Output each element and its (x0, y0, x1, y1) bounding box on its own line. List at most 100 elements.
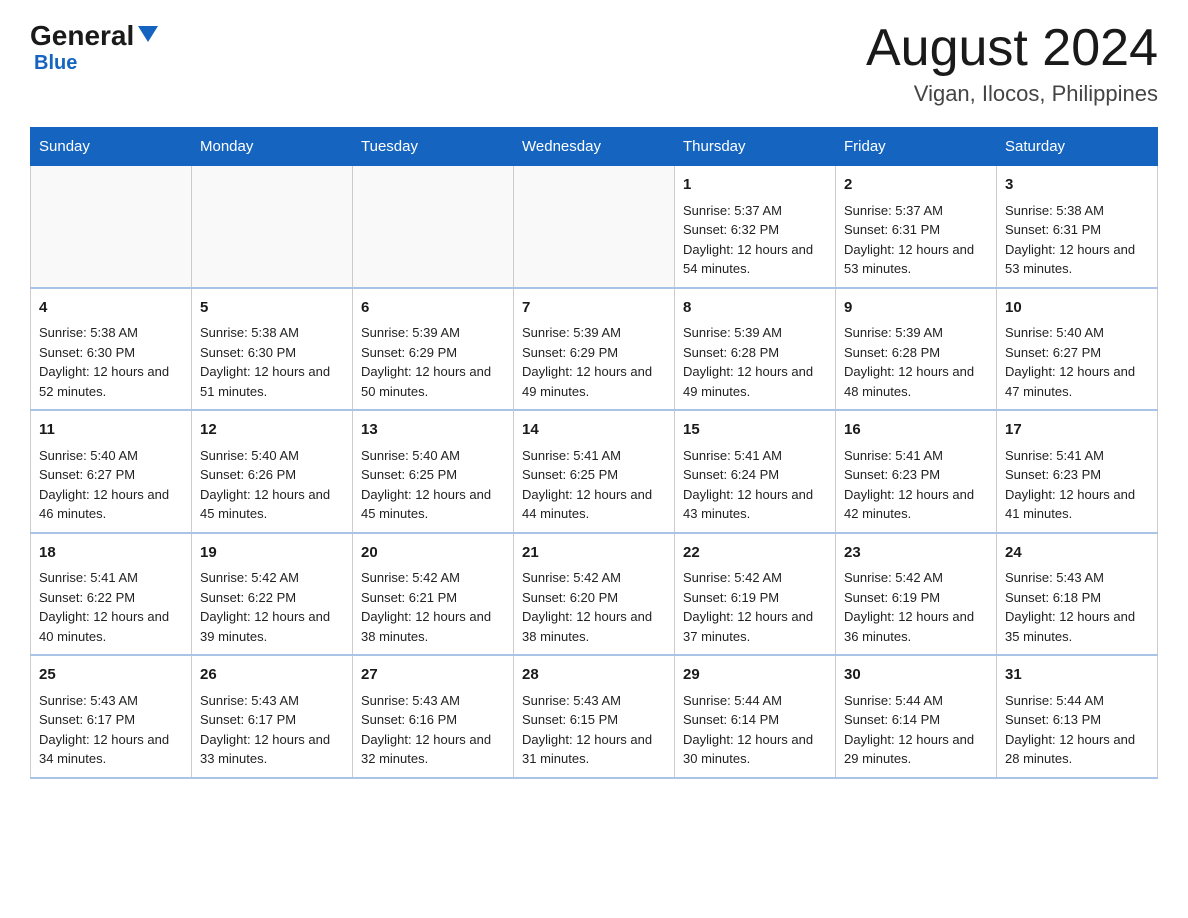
column-header-friday: Friday (836, 128, 997, 166)
day-number: 19 (200, 542, 344, 565)
calendar-cell (353, 166, 514, 288)
day-info: Sunrise: 5:41 AM Sunset: 6:23 PM Dayligh… (1005, 446, 1149, 524)
calendar-cell: 24 Sunrise: 5:43 AM Sunset: 6:18 PM Dayli… (997, 533, 1158, 656)
day-number: 11 (39, 419, 183, 442)
day-number: 1 (683, 174, 827, 197)
calendar-cell (514, 166, 675, 288)
day-info: Sunrise: 5:39 AM Sunset: 6:28 PM Dayligh… (844, 323, 988, 401)
day-info: Sunrise: 5:43 AM Sunset: 6:15 PM Dayligh… (522, 691, 666, 769)
calendar-cell: 12 Sunrise: 5:40 AM Sunset: 6:26 PM Dayli… (192, 410, 353, 533)
day-info: Sunrise: 5:42 AM Sunset: 6:22 PM Dayligh… (200, 568, 344, 646)
day-info: Sunrise: 5:39 AM Sunset: 6:29 PM Dayligh… (361, 323, 505, 401)
calendar-cell: 11 Sunrise: 5:40 AM Sunset: 6:27 PM Dayli… (31, 410, 192, 533)
day-info: Sunrise: 5:42 AM Sunset: 6:19 PM Dayligh… (844, 568, 988, 646)
day-number: 18 (39, 542, 183, 565)
day-info: Sunrise: 5:38 AM Sunset: 6:30 PM Dayligh… (200, 323, 344, 401)
calendar-cell: 21 Sunrise: 5:42 AM Sunset: 6:20 PM Dayli… (514, 533, 675, 656)
day-number: 5 (200, 297, 344, 320)
logo-triangle-icon (138, 26, 158, 42)
day-number: 8 (683, 297, 827, 320)
page-header: General Blue August 2024 Vigan, Ilocos, … (30, 20, 1158, 107)
calendar-week-row: 1Sunrise: 5:37 AM Sunset: 6:32 PM Daylig… (31, 166, 1158, 288)
calendar-cell: 25 Sunrise: 5:43 AM Sunset: 6:17 PM Dayli… (31, 655, 192, 778)
day-number: 29 (683, 664, 827, 687)
day-number: 20 (361, 542, 505, 565)
day-number: 9 (844, 297, 988, 320)
calendar-cell: 27 Sunrise: 5:43 AM Sunset: 6:16 PM Dayli… (353, 655, 514, 778)
day-info: Sunrise: 5:41 AM Sunset: 6:23 PM Dayligh… (844, 446, 988, 524)
day-number: 16 (844, 419, 988, 442)
day-info: Sunrise: 5:40 AM Sunset: 6:26 PM Dayligh… (200, 446, 344, 524)
column-header-monday: Monday (192, 128, 353, 166)
day-info: Sunrise: 5:43 AM Sunset: 6:17 PM Dayligh… (39, 691, 183, 769)
calendar-week-row: 25 Sunrise: 5:43 AM Sunset: 6:17 PM Dayli… (31, 655, 1158, 778)
day-info: Sunrise: 5:38 AM Sunset: 6:31 PM Dayligh… (1005, 201, 1149, 279)
day-number: 10 (1005, 297, 1149, 320)
calendar-cell: 28 Sunrise: 5:43 AM Sunset: 6:15 PM Dayli… (514, 655, 675, 778)
day-number: 27 (361, 664, 505, 687)
day-info: Sunrise: 5:44 AM Sunset: 6:14 PM Dayligh… (844, 691, 988, 769)
calendar-cell: 30Sunrise: 5:44 AM Sunset: 6:14 PM Dayli… (836, 655, 997, 778)
day-info: Sunrise: 5:40 AM Sunset: 6:27 PM Dayligh… (39, 446, 183, 524)
calendar-cell: 23 Sunrise: 5:42 AM Sunset: 6:19 PM Dayli… (836, 533, 997, 656)
column-header-wednesday: Wednesday (514, 128, 675, 166)
day-number: 22 (683, 542, 827, 565)
calendar-cell: 17 Sunrise: 5:41 AM Sunset: 6:23 PM Dayli… (997, 410, 1158, 533)
day-number: 23 (844, 542, 988, 565)
day-number: 24 (1005, 542, 1149, 565)
day-number: 31 (1005, 664, 1149, 687)
calendar-cell: 29 Sunrise: 5:44 AM Sunset: 6:14 PM Dayli… (675, 655, 836, 778)
calendar-cell: 16 Sunrise: 5:41 AM Sunset: 6:23 PM Dayli… (836, 410, 997, 533)
calendar-cell: 13Sunrise: 5:40 AM Sunset: 6:25 PM Dayli… (353, 410, 514, 533)
calendar-cell: 14 Sunrise: 5:41 AM Sunset: 6:25 PM Dayli… (514, 410, 675, 533)
calendar-cell: 6Sunrise: 5:39 AM Sunset: 6:29 PM Daylig… (353, 288, 514, 411)
day-info: Sunrise: 5:43 AM Sunset: 6:16 PM Dayligh… (361, 691, 505, 769)
subtitle: Vigan, Ilocos, Philippines (866, 81, 1158, 107)
logo-general-text: General (30, 20, 134, 52)
calendar-cell: 19 Sunrise: 5:42 AM Sunset: 6:22 PM Dayli… (192, 533, 353, 656)
calendar-cell: 22Sunrise: 5:42 AM Sunset: 6:19 PM Dayli… (675, 533, 836, 656)
column-header-thursday: Thursday (675, 128, 836, 166)
calendar-cell: 31 Sunrise: 5:44 AM Sunset: 6:13 PM Dayli… (997, 655, 1158, 778)
day-number: 12 (200, 419, 344, 442)
day-number: 3 (1005, 174, 1149, 197)
day-info: Sunrise: 5:41 AM Sunset: 6:25 PM Dayligh… (522, 446, 666, 524)
calendar-cell: 9 Sunrise: 5:39 AM Sunset: 6:28 PM Daylig… (836, 288, 997, 411)
title-section: August 2024 Vigan, Ilocos, Philippines (866, 20, 1158, 107)
calendar-cell: 10Sunrise: 5:40 AM Sunset: 6:27 PM Dayli… (997, 288, 1158, 411)
day-number: 15 (683, 419, 827, 442)
day-number: 28 (522, 664, 666, 687)
main-title: August 2024 (866, 20, 1158, 77)
calendar-cell (192, 166, 353, 288)
day-info: Sunrise: 5:39 AM Sunset: 6:28 PM Dayligh… (683, 323, 827, 401)
calendar-cell: 4Sunrise: 5:38 AM Sunset: 6:30 PM Daylig… (31, 288, 192, 411)
calendar-cell: 8 Sunrise: 5:39 AM Sunset: 6:28 PM Daylig… (675, 288, 836, 411)
calendar-cell: 5 Sunrise: 5:38 AM Sunset: 6:30 PM Daylig… (192, 288, 353, 411)
logo-blue-text: Blue (34, 52, 77, 74)
day-number: 17 (1005, 419, 1149, 442)
day-info: Sunrise: 5:43 AM Sunset: 6:18 PM Dayligh… (1005, 568, 1149, 646)
calendar-table: SundayMondayTuesdayWednesdayThursdayFrid… (30, 127, 1158, 779)
day-info: Sunrise: 5:43 AM Sunset: 6:17 PM Dayligh… (200, 691, 344, 769)
day-number: 26 (200, 664, 344, 687)
calendar-cell: 26 Sunrise: 5:43 AM Sunset: 6:17 PM Dayli… (192, 655, 353, 778)
day-number: 21 (522, 542, 666, 565)
day-info: Sunrise: 5:42 AM Sunset: 6:21 PM Dayligh… (361, 568, 505, 646)
calendar-week-row: 11 Sunrise: 5:40 AM Sunset: 6:27 PM Dayli… (31, 410, 1158, 533)
calendar-cell: 1Sunrise: 5:37 AM Sunset: 6:32 PM Daylig… (675, 166, 836, 288)
day-number: 4 (39, 297, 183, 320)
calendar-cell: 18Sunrise: 5:41 AM Sunset: 6:22 PM Dayli… (31, 533, 192, 656)
column-header-sunday: Sunday (31, 128, 192, 166)
column-header-saturday: Saturday (997, 128, 1158, 166)
day-info: Sunrise: 5:41 AM Sunset: 6:24 PM Dayligh… (683, 446, 827, 524)
day-number: 25 (39, 664, 183, 687)
day-info: Sunrise: 5:44 AM Sunset: 6:14 PM Dayligh… (683, 691, 827, 769)
day-number: 2 (844, 174, 988, 197)
calendar-header-row: SundayMondayTuesdayWednesdayThursdayFrid… (31, 128, 1158, 166)
calendar-cell (31, 166, 192, 288)
day-info: Sunrise: 5:42 AM Sunset: 6:20 PM Dayligh… (522, 568, 666, 646)
day-number: 14 (522, 419, 666, 442)
day-info: Sunrise: 5:39 AM Sunset: 6:29 PM Dayligh… (522, 323, 666, 401)
day-info: Sunrise: 5:37 AM Sunset: 6:31 PM Dayligh… (844, 201, 988, 279)
day-info: Sunrise: 5:44 AM Sunset: 6:13 PM Dayligh… (1005, 691, 1149, 769)
